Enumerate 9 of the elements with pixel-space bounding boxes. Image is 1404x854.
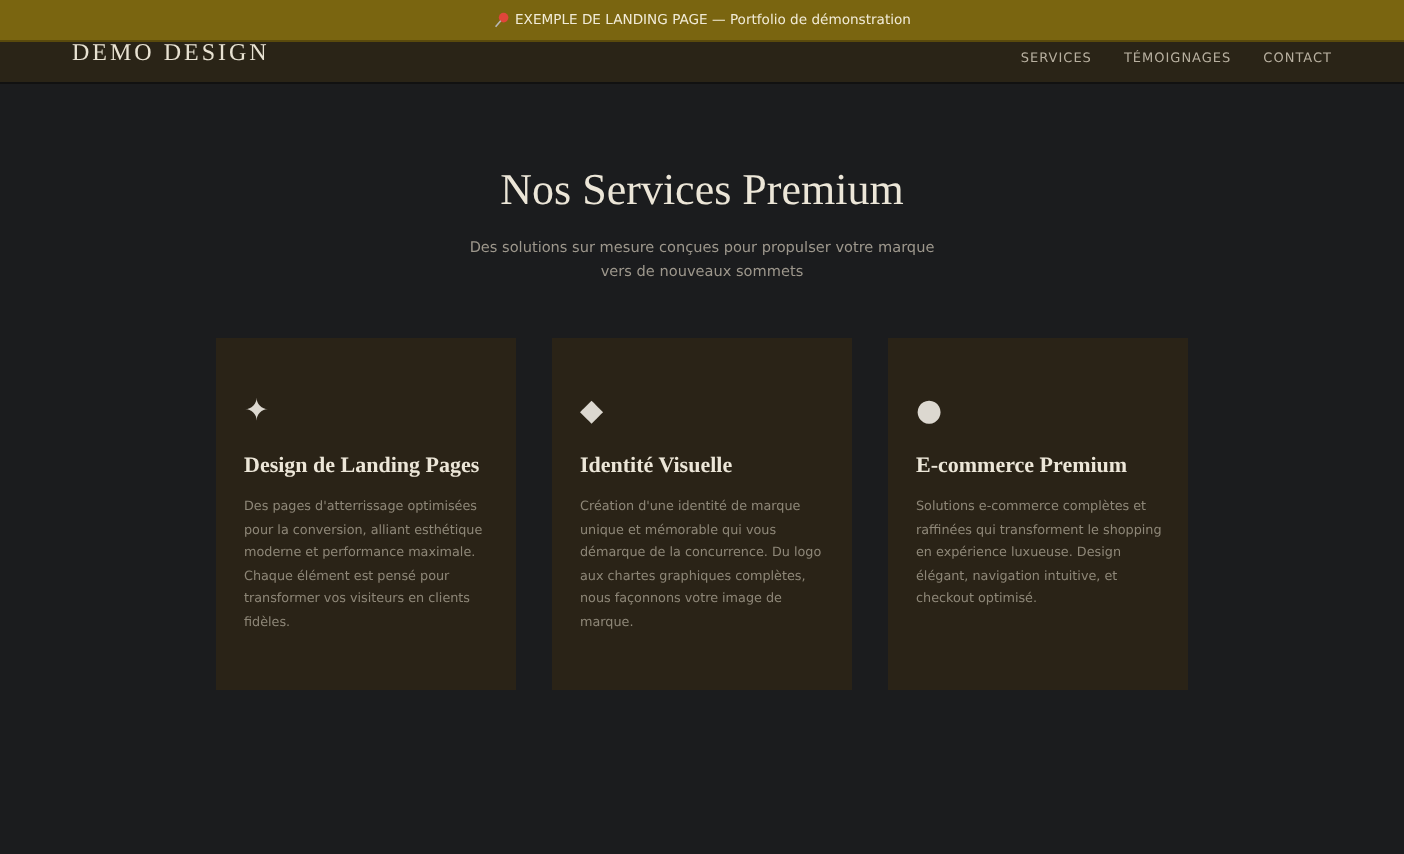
card-title: Identité Visuelle [580,454,733,478]
pin-icon [493,12,509,28]
logo-text: DEMO DESIGN [72,40,270,66]
section-title: Nos Services Premium [500,164,904,216]
card-title: E-commerce Premium [916,454,1128,478]
card-title: Design de Landing Pages [244,454,480,478]
service-icon: ◆ [580,390,604,430]
service-icon: ● [916,390,943,430]
service-icon: ✦ [244,390,270,430]
